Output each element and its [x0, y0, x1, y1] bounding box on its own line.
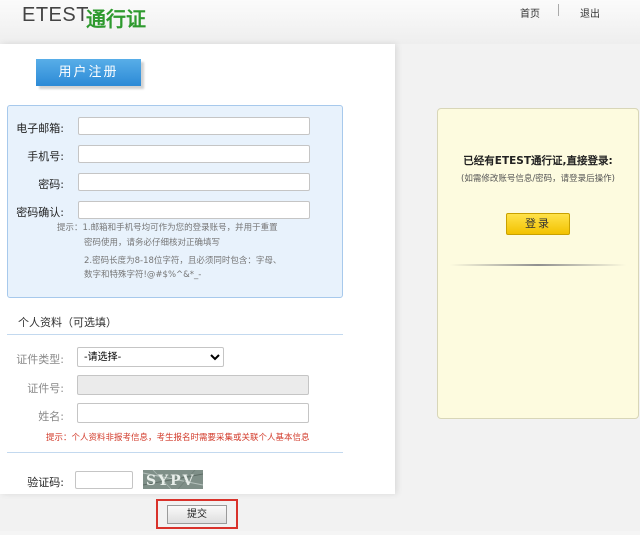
email-label: 电子邮箱: [16, 122, 64, 135]
account-hint-line-2: 密码使用，请务必仔细核对正确填写 [84, 238, 221, 248]
top-header: ETEST 通行证 首页 退出 [0, 0, 640, 45]
brand-pass-text: 通行证 [86, 7, 146, 31]
phone-label: 手机号: [27, 150, 64, 163]
personal-info-section-title: 个人资料（可选填） [18, 316, 117, 329]
name-label: 姓名: [38, 410, 64, 423]
confirm-password-field[interactable] [78, 201, 310, 219]
captcha-field[interactable] [75, 471, 133, 489]
email-field[interactable] [78, 117, 310, 135]
captcha-divider [7, 452, 343, 453]
submit-button[interactable]: 提交 [167, 505, 227, 524]
id-number-field[interactable] [77, 375, 309, 395]
login-divider [450, 264, 626, 266]
name-field[interactable] [77, 403, 309, 423]
captcha-noise: SYPV [143, 470, 203, 489]
registration-title-tab: 用户注册 [36, 59, 141, 86]
password-label: 密码: [38, 178, 64, 191]
login-button[interactable]: 登录 [506, 213, 570, 235]
confirm-password-label: 密码确认: [16, 206, 64, 219]
nav-separator [558, 4, 559, 16]
id-number-label: 证件号: [27, 382, 64, 395]
login-panel: 已经有ETEST通行证,直接登录: (如需修改账号信息/密码，请登录后操作) 登… [437, 108, 639, 419]
id-type-select[interactable]: -请选择- [77, 347, 224, 367]
phone-field[interactable] [78, 145, 310, 163]
nav-logout-link[interactable]: 退出 [580, 5, 600, 20]
login-subtitle: (如需修改账号信息/密码，请登录后操作) [461, 174, 615, 184]
password-field[interactable] [78, 173, 310, 191]
account-hint-line-4: 数字和特殊字符!@#$%^&*_- [84, 270, 202, 280]
login-title: 已经有ETEST通行证,直接登录: [463, 155, 613, 167]
captcha-image[interactable]: SYPV [143, 470, 203, 489]
account-hint-line-3: 2.密码长度为8-18位字符，且必须同时包含：字母、 [84, 256, 282, 266]
captcha-label: 验证码: [27, 476, 64, 489]
section-divider [7, 334, 343, 335]
id-type-label: 证件类型: [16, 353, 64, 366]
nav-home-link[interactable]: 首页 [520, 5, 540, 20]
bottom-strip [0, 531, 640, 535]
personal-info-hint: 提示：个人资料非报考信息，考生报名时需要采集或关联个人基本信息 [46, 433, 310, 443]
brand-logo-text: ETEST [22, 4, 89, 26]
account-hint-line-1: 提示：1.邮箱和手机号均可作为您的登录账号，并用于重置 [57, 223, 278, 233]
captcha-text: SYPV [146, 473, 196, 489]
